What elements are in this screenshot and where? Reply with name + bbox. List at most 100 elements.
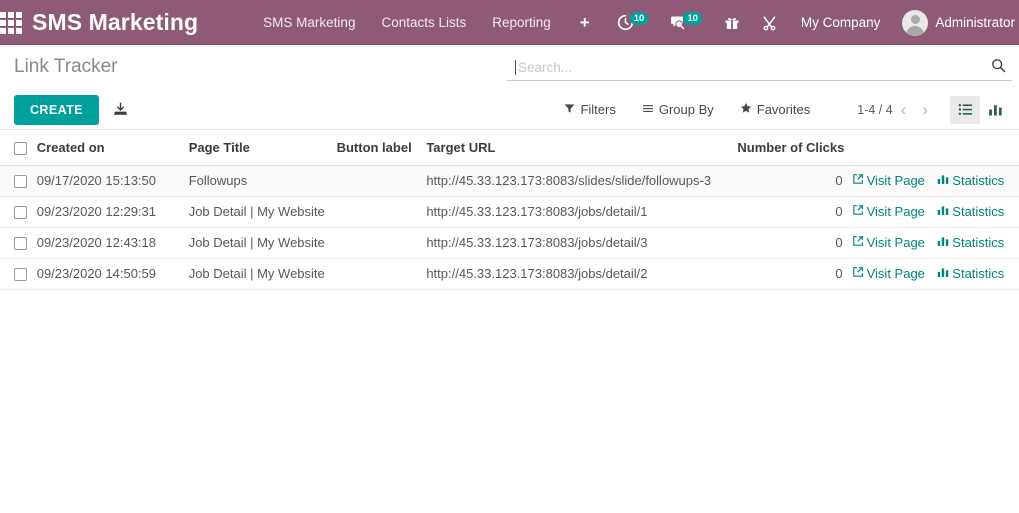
statistics-link[interactable]: Statistics	[937, 266, 1004, 281]
list-view-icon[interactable]	[950, 95, 980, 124]
visit-page-label: Visit Page	[866, 235, 925, 250]
visit-page-link[interactable]: Visit Page	[852, 266, 925, 281]
cell-number-of-clicks: 0	[737, 227, 850, 259]
user-name-label: Administrator	[935, 15, 1015, 30]
table-row[interactable]: 09/23/2020 12:43:18 Job Detail | My Websi…	[0, 227, 1019, 259]
gift-box-icon	[724, 15, 740, 31]
column-header-page-title[interactable]: Page Title	[188, 130, 337, 166]
favorites-label: Favorites	[756, 102, 811, 117]
menu-item-sms-marketing[interactable]: SMS Marketing	[250, 0, 368, 45]
create-button[interactable]: CREATE	[14, 94, 99, 125]
menu-item-contacts-lists[interactable]: Contacts Lists	[368, 0, 479, 45]
cell-visit-page: Visit Page	[849, 258, 936, 290]
external-link-icon	[852, 235, 864, 250]
select-all-header	[0, 130, 37, 166]
link-tracker-list: Created on Page Title Button label Targe…	[0, 130, 1019, 290]
cell-created-on: 09/17/2020 15:13:50	[36, 165, 189, 197]
chevron-right-icon[interactable]: ›	[914, 101, 936, 118]
main-menu: SMS Marketing Contacts Lists Reporting +	[250, 0, 606, 45]
apps-menu-button[interactable]	[0, 0, 22, 45]
user-menu-button[interactable]: Administrator	[892, 0, 1019, 45]
table-header-row: Created on Page Title Button label Targe…	[0, 130, 1019, 166]
visit-page-link[interactable]: Visit Page	[852, 204, 925, 219]
cell-statistics: Statistics	[935, 165, 1019, 197]
activity-badge-count: 10	[629, 11, 649, 25]
table-row[interactable]: 09/23/2020 12:29:31 Job Detail | My Websi…	[0, 196, 1019, 228]
bar-chart-view-icon[interactable]	[980, 96, 1010, 124]
row-select-cell	[0, 196, 37, 228]
row-checkbox[interactable]	[14, 175, 27, 189]
star-icon	[740, 102, 752, 117]
cell-page-title: Job Detail | My Website	[188, 196, 337, 228]
activity-menu-button[interactable]: 10	[606, 0, 660, 45]
statistics-link[interactable]: Statistics	[937, 173, 1004, 188]
cell-statistics: Statistics	[935, 258, 1019, 290]
statistics-label: Statistics	[952, 266, 1005, 281]
hamburger-lines-icon	[642, 102, 654, 117]
column-header-target-url[interactable]: Target URL	[426, 130, 738, 166]
row-checkbox[interactable]	[14, 206, 27, 220]
user-avatar-icon	[902, 9, 929, 36]
visit-page-link[interactable]: Visit Page	[852, 173, 925, 188]
favorites-dropdown[interactable]: Favorites	[727, 102, 823, 117]
cell-button-label	[336, 258, 427, 290]
filters-dropdown[interactable]: Filters	[551, 102, 628, 117]
statistics-label: Statistics	[952, 173, 1005, 188]
column-header-number-of-clicks[interactable]: Number of Clicks	[737, 130, 850, 166]
cell-button-label	[336, 227, 427, 259]
menu-item-reporting[interactable]: Reporting	[479, 0, 564, 45]
groupby-label: Group By	[658, 102, 714, 117]
bar-chart-icon	[937, 266, 949, 281]
column-header-button-label[interactable]: Button label	[336, 130, 427, 166]
search-magnifier-icon[interactable]	[991, 58, 1012, 76]
statistics-link[interactable]: Statistics	[937, 204, 1004, 219]
messages-menu-button[interactable]: 10	[659, 0, 713, 45]
import-download-icon[interactable]	[113, 102, 128, 117]
search-input[interactable]	[516, 59, 991, 75]
cell-created-on: 09/23/2020 14:50:59	[36, 258, 189, 290]
cell-number-of-clicks: 0	[737, 258, 850, 290]
cell-button-label	[336, 196, 427, 228]
table-row[interactable]: 09/17/2020 15:13:50 Followups http://45.33…	[0, 165, 1019, 197]
cell-target-url: http://45.33.123.173:8083/jobs/detail/2	[426, 258, 738, 290]
top-navbar: SMS Marketing SMS Marketing Contacts Lis…	[0, 0, 1019, 45]
table-body: 09/17/2020 15:13:50 Followups http://45.33…	[0, 165, 1019, 290]
app-brand-title[interactable]: SMS Marketing	[22, 9, 204, 36]
chevron-left-icon[interactable]: ‹	[893, 101, 915, 118]
statistics-label: Statistics	[952, 204, 1005, 219]
cell-target-url: http://45.33.123.173:8083/jobs/detail/3	[426, 227, 738, 259]
gift-menu-button[interactable]	[713, 0, 751, 45]
select-all-checkbox[interactable]	[14, 141, 27, 155]
pager: 1-4 / 4 ‹ ›	[857, 101, 936, 118]
external-link-icon	[852, 204, 864, 219]
cell-target-url: http://45.33.123.173:8083/slides/slide/f…	[426, 165, 738, 197]
tools-wrench-icon	[762, 15, 778, 31]
cell-created-on: 09/23/2020 12:29:31	[36, 196, 189, 228]
company-switcher[interactable]: My Company	[789, 15, 893, 30]
external-link-icon	[852, 173, 864, 188]
row-checkbox[interactable]	[14, 237, 27, 251]
row-select-cell	[0, 165, 37, 197]
column-header-visit	[849, 130, 936, 166]
groupby-dropdown[interactable]: Group By	[629, 102, 727, 117]
control-panel-top-row: Link Tracker	[0, 45, 1019, 89]
cell-page-title: Followups	[188, 165, 337, 197]
cell-visit-page: Visit Page	[849, 196, 936, 228]
external-link-icon	[852, 266, 864, 281]
control-panel-actions: Filters Group By Favorites 1-4 / 4 ‹ ›	[551, 95, 1012, 124]
visit-page-link[interactable]: Visit Page	[852, 235, 925, 250]
debug-tools-button[interactable]	[751, 0, 789, 45]
search-bar[interactable]	[507, 54, 1012, 81]
table-row[interactable]: 09/23/2020 14:50:59 Job Detail | My Websi…	[0, 258, 1019, 290]
cell-visit-page: Visit Page	[849, 227, 936, 259]
cell-created-on: 09/23/2020 12:43:18	[36, 227, 189, 259]
column-header-created-on[interactable]: Created on	[36, 130, 189, 166]
table-header: Created on Page Title Button label Targe…	[0, 130, 1019, 166]
statistics-label: Statistics	[952, 235, 1005, 250]
statistics-link[interactable]: Statistics	[937, 235, 1004, 250]
records-table: Created on Page Title Button label Targe…	[0, 130, 1019, 290]
cell-statistics: Statistics	[935, 196, 1019, 228]
row-checkbox[interactable]	[14, 268, 27, 282]
menu-item-add[interactable]: +	[564, 0, 606, 45]
view-switcher	[950, 95, 1010, 124]
